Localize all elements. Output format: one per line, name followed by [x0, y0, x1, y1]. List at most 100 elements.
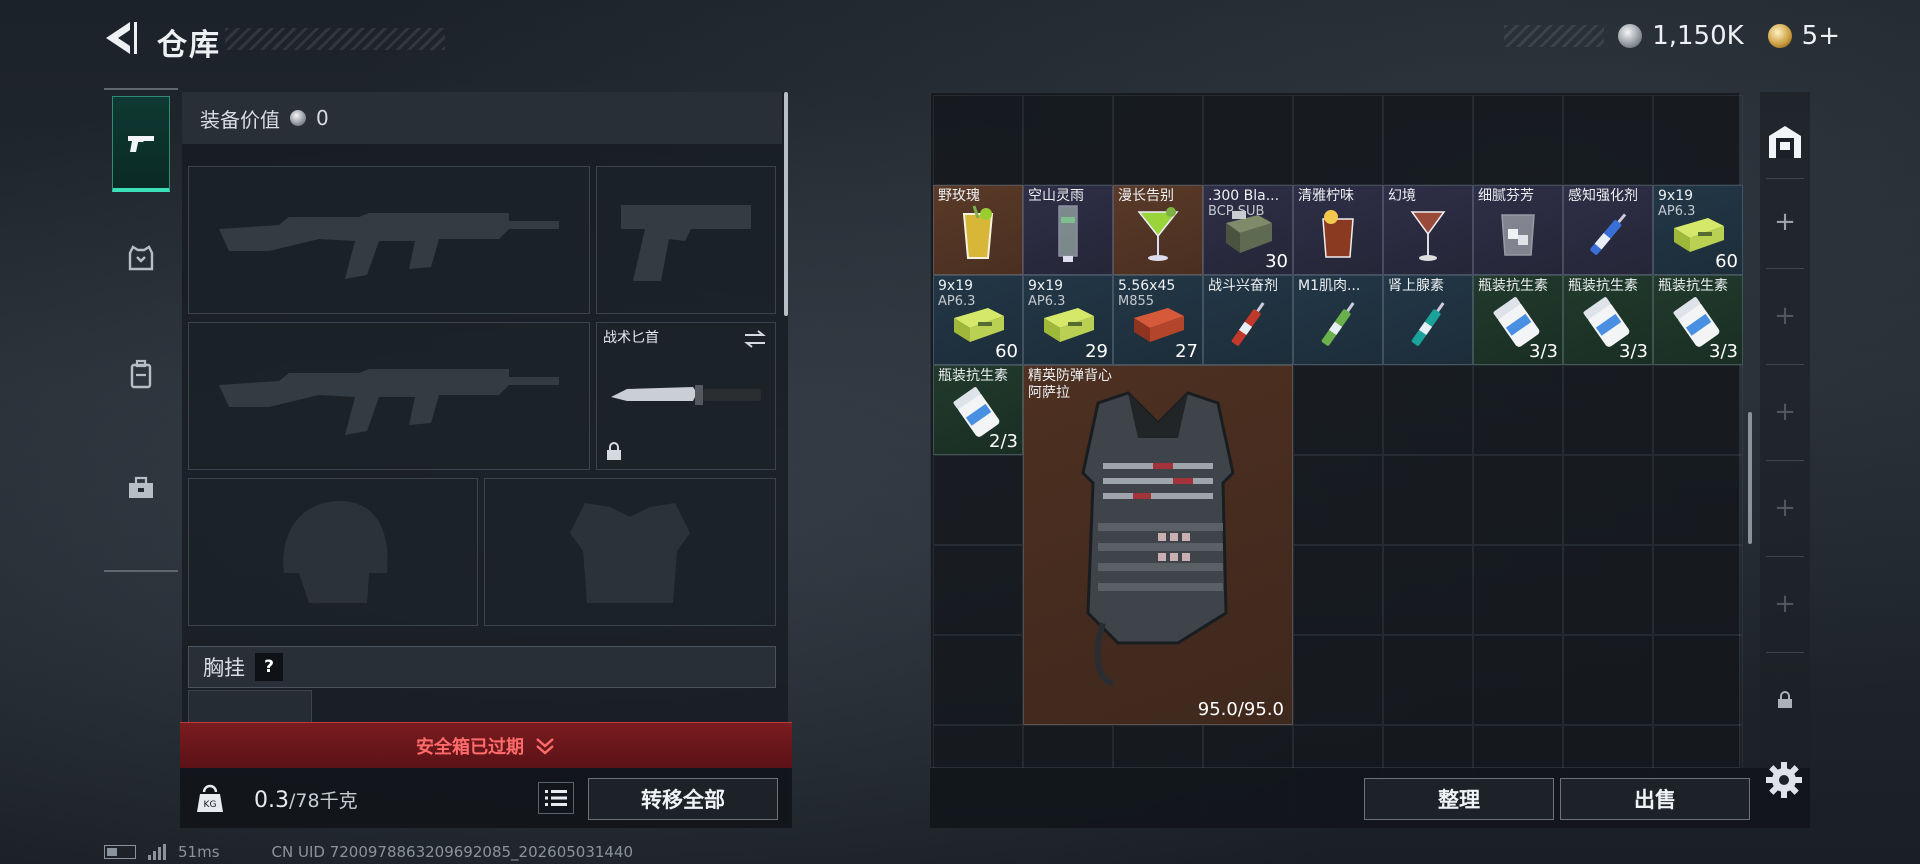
weapon-tab[interactable]	[112, 96, 170, 192]
body-armor-slot[interactable]	[484, 478, 776, 626]
inventory-item[interactable]: 9x19 AP6.3 60	[1653, 185, 1743, 275]
grid-cell[interactable]	[1473, 95, 1563, 185]
grid-cell[interactable]	[1563, 95, 1653, 185]
knife-slot-label: 战术匕首	[603, 330, 659, 346]
svg-text:KG: KG	[204, 800, 217, 810]
toolbox-tab[interactable]	[112, 440, 170, 536]
armor-tab[interactable]	[112, 210, 170, 306]
inventory-item[interactable]: 瓶装抗生素 3/3	[1653, 275, 1743, 365]
gear-icon[interactable]	[1764, 760, 1804, 800]
body-armor-item[interactable]: 精英防弹背心 阿萨拉 95.0/95.0	[1023, 365, 1293, 725]
grid-cell[interactable]	[1293, 455, 1383, 545]
inventory-item[interactable]: 野玫瑰	[933, 185, 1023, 275]
grid-cell[interactable]	[933, 455, 1023, 545]
inventory-item[interactable]: 战斗兴奋剂	[1203, 275, 1293, 365]
grid-cell[interactable]	[1563, 365, 1653, 455]
locked-container[interactable]	[1760, 682, 1810, 718]
toolbox-icon	[129, 476, 153, 498]
inventory-scrollbar[interactable]	[1748, 412, 1752, 544]
inventory-item[interactable]: 清雅柠味	[1293, 185, 1383, 275]
inventory-item[interactable]: 瓶装抗生素 3/3	[1473, 275, 1563, 365]
inventory-item[interactable]: 肾上腺素	[1383, 275, 1473, 365]
primary-weapon-slot[interactable]	[188, 166, 590, 314]
equipment-scrollbar[interactable]	[784, 92, 788, 316]
grid-cell[interactable]	[1473, 365, 1563, 455]
grid-cell[interactable]	[1473, 635, 1563, 725]
grid-cell[interactable]	[1563, 545, 1653, 635]
storage-home-button[interactable]	[1760, 112, 1810, 172]
plus-icon: +	[1774, 397, 1796, 427]
grid-cell[interactable]	[1383, 455, 1473, 545]
grid-cell[interactable]	[933, 95, 1023, 185]
list-icon	[545, 790, 567, 806]
item-name: 战斗兴奋剂	[1208, 278, 1278, 294]
grid-cell[interactable]	[933, 635, 1023, 725]
rifle-silhouette-icon	[219, 213, 559, 279]
item-name: 空山灵雨	[1028, 188, 1084, 204]
inventory-item[interactable]: M1肌肉...	[1293, 275, 1383, 365]
item-name: 清雅柠味	[1298, 188, 1354, 204]
item-name: 野玫瑰	[938, 188, 980, 204]
inventory-item[interactable]: 9x19 AP6.3 60	[933, 275, 1023, 365]
knife-slot[interactable]: 战术匕首	[596, 322, 776, 470]
safe-box-expired-banner[interactable]: 安全箱已过期	[180, 722, 792, 768]
silver-coin-icon	[1618, 24, 1643, 48]
inventory-item[interactable]: 9x19 AP6.3 29	[1023, 275, 1113, 365]
grid-cell[interactable]	[1653, 95, 1743, 185]
grid-cell[interactable]	[1383, 635, 1473, 725]
swap-icon[interactable]	[743, 329, 767, 349]
inventory-item[interactable]: 感知强化剂	[1563, 185, 1653, 275]
add-container-button[interactable]: +	[1760, 382, 1810, 442]
secondary-weapon-slot[interactable]	[188, 322, 590, 470]
help-icon[interactable]: ?	[255, 653, 283, 681]
inventory-item[interactable]: 空山灵雨	[1023, 185, 1113, 275]
grid-cell[interactable]	[1293, 635, 1383, 725]
helmet-slot[interactable]	[188, 478, 478, 626]
inventory-grid: 野玫瑰 空山灵雨 漫长告别 .300 Bla... BCP SUB 30 清雅柠味 幻境 细腻芬…	[930, 92, 1743, 815]
inventory-item[interactable]: 5.56x45 M855 27	[1113, 275, 1203, 365]
cocktail-tall-icon	[1058, 205, 1078, 263]
add-container-button[interactable]: +	[1760, 286, 1810, 346]
inventory-item[interactable]: 细腻芬芳	[1473, 185, 1563, 275]
grid-cell[interactable]	[1653, 455, 1743, 545]
grid-cell[interactable]	[1293, 95, 1383, 185]
grid-cell[interactable]	[1383, 545, 1473, 635]
add-container-button[interactable]: +	[1760, 574, 1810, 634]
sell-button[interactable]: 出售	[1560, 778, 1750, 820]
inventory-item[interactable]: 瓶装抗生素 3/3	[1563, 275, 1653, 365]
inventory-item[interactable]: .300 Bla... BCP SUB 30	[1203, 185, 1293, 275]
inventory-item[interactable]: 漫长告别	[1113, 185, 1203, 275]
grid-cell[interactable]	[1563, 635, 1653, 725]
pistol-slot[interactable]	[596, 166, 776, 314]
grid-cell[interactable]	[1473, 545, 1563, 635]
weight-max: /78千克	[289, 790, 358, 812]
grid-cell[interactable]	[1203, 95, 1293, 185]
grid-cell[interactable]	[1653, 635, 1743, 725]
add-container-button[interactable]: +	[1760, 192, 1810, 252]
grid-cell[interactable]	[1293, 365, 1383, 455]
grid-cell[interactable]	[1653, 545, 1743, 635]
grid-cell[interactable]	[1653, 365, 1743, 455]
lock-icon	[1778, 691, 1792, 708]
grid-cell[interactable]	[1023, 95, 1113, 185]
item-count: 2/3	[989, 431, 1018, 452]
back-arrow-icon[interactable]	[100, 18, 140, 58]
list-view-button[interactable]	[538, 782, 574, 814]
add-container-button[interactable]: +	[1760, 478, 1810, 538]
grid-cell[interactable]	[1473, 455, 1563, 545]
grid-cell[interactable]	[1113, 95, 1203, 185]
grid-cell[interactable]	[1563, 455, 1653, 545]
equipment-value: 0	[316, 106, 329, 130]
grid-cell[interactable]	[1383, 365, 1473, 455]
currency-display: 1,150K 5+	[1504, 18, 1840, 54]
sort-button[interactable]: 整理	[1364, 778, 1554, 820]
weight-bar: KG 0.3/78千克 转移全部	[180, 768, 792, 828]
inventory-item[interactable]: 瓶装抗生素 2/3	[933, 365, 1023, 455]
grid-cell[interactable]	[933, 545, 1023, 635]
transfer-all-button[interactable]: 转移全部	[588, 778, 778, 820]
grid-cell[interactable]	[1383, 95, 1473, 185]
backpack-tab[interactable]	[112, 326, 170, 422]
item-name: 肾上腺素	[1388, 278, 1444, 294]
inventory-item[interactable]: 幻境	[1383, 185, 1473, 275]
grid-cell[interactable]	[1293, 545, 1383, 635]
